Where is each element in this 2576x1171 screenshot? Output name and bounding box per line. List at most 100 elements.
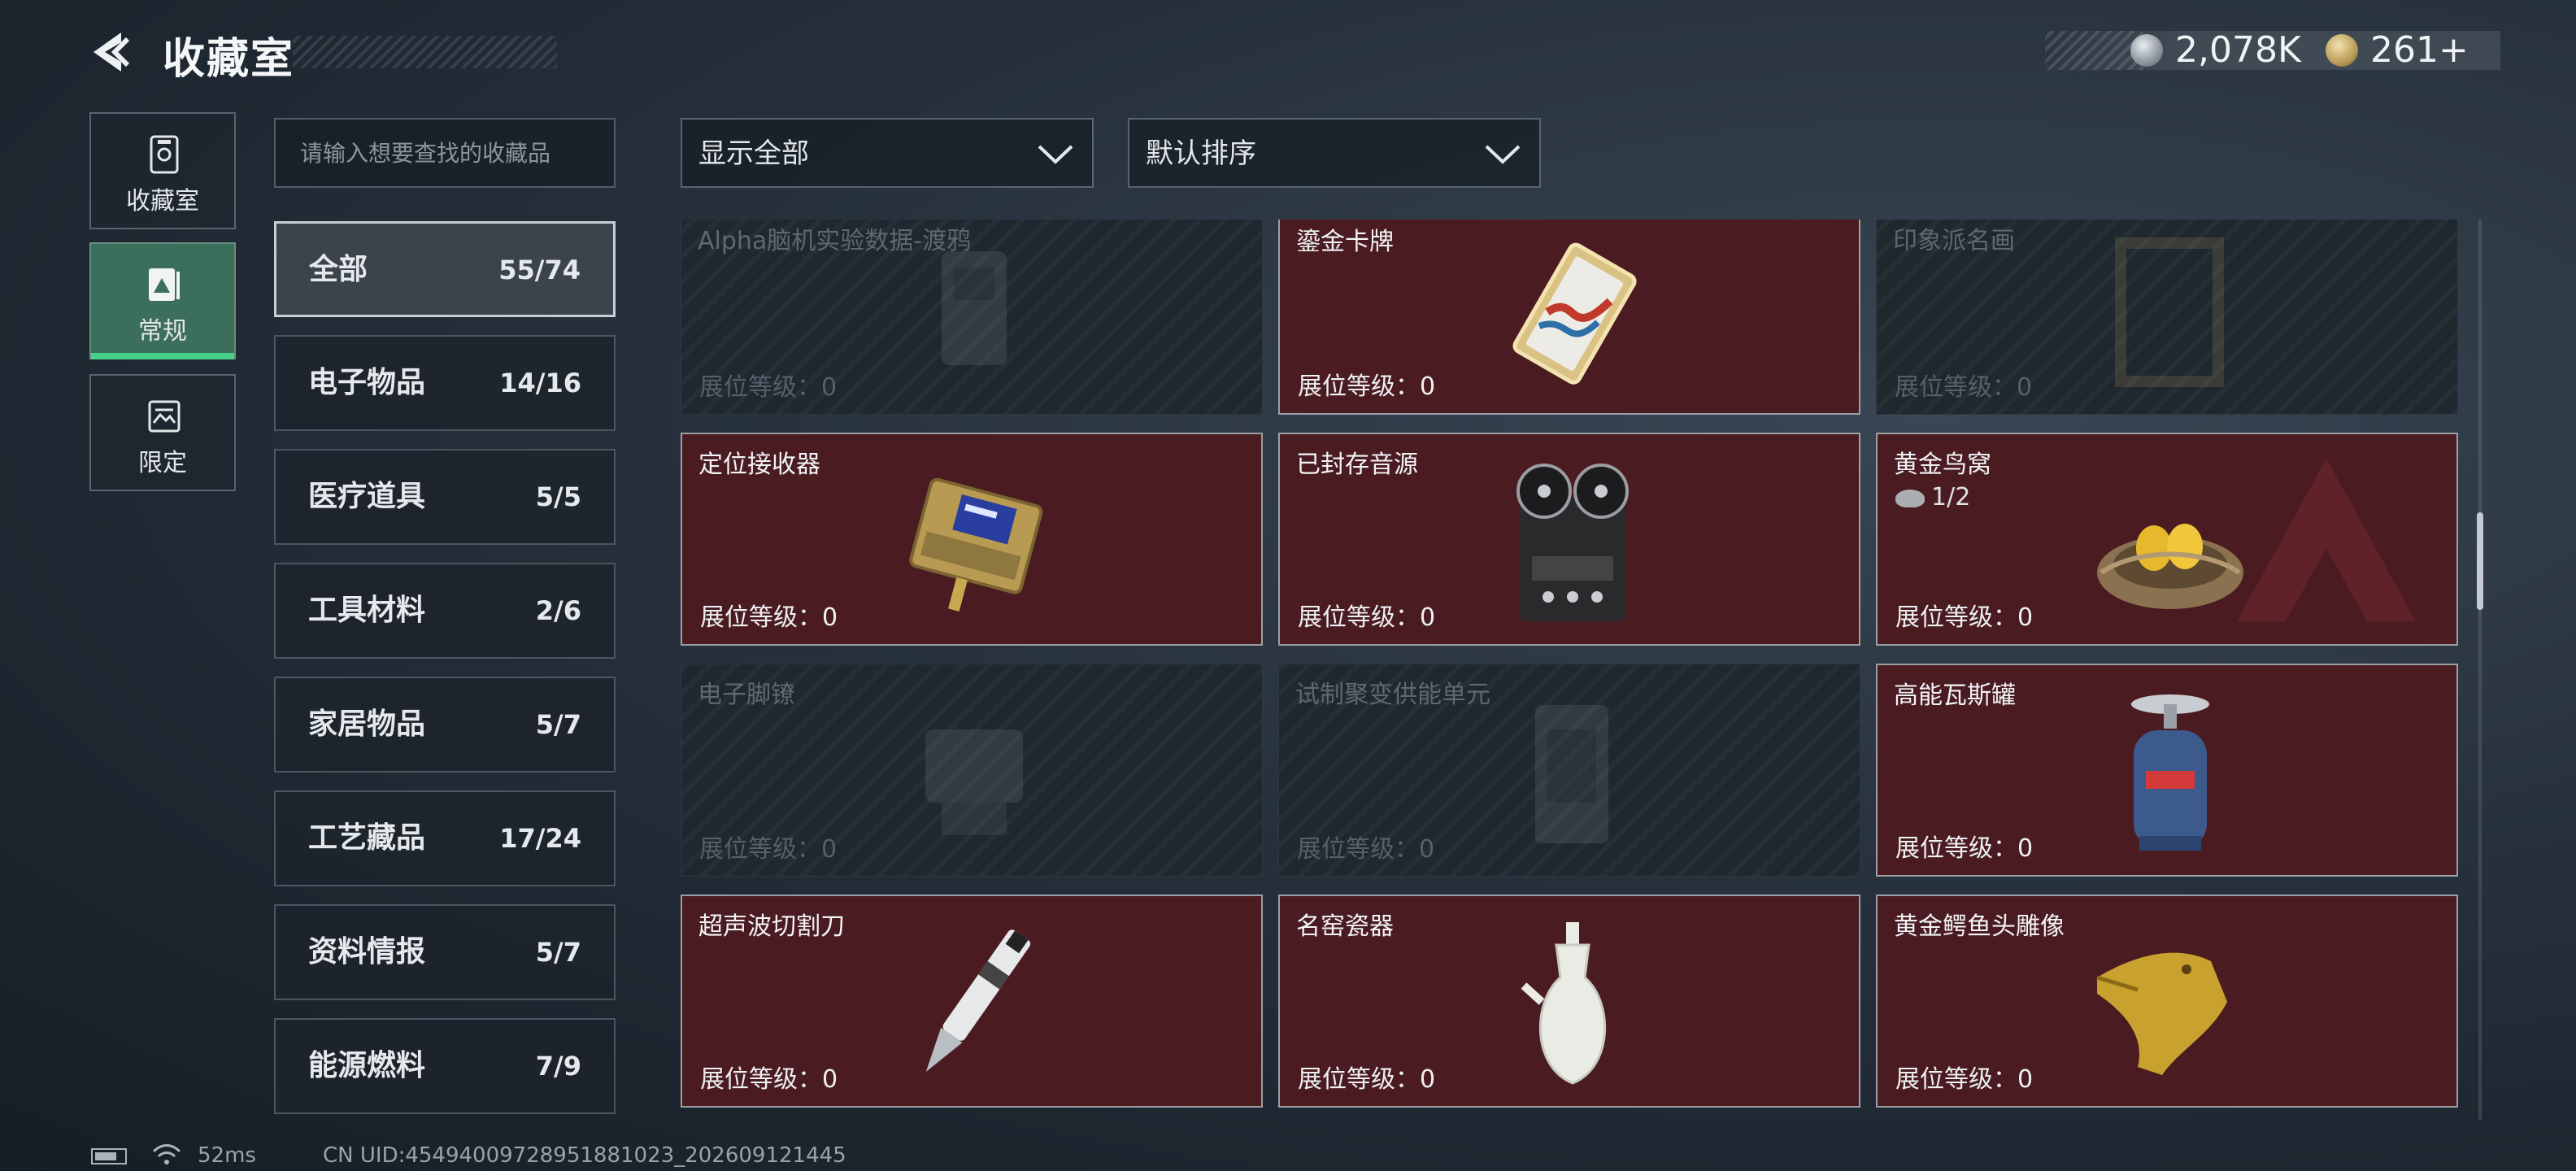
category-count: 5/7 bbox=[535, 937, 581, 968]
gold-coin-icon bbox=[2326, 34, 2358, 67]
item-level: 展位等级：0 bbox=[1297, 835, 1435, 864]
item-card[interactable]: 高能瓦斯罐 展位等级：0 bbox=[1876, 664, 2458, 877]
category-count: 55/74 bbox=[498, 255, 581, 285]
item-card[interactable]: Alpha脑机实验数据-渡鸦 展位等级：0 bbox=[681, 220, 1263, 415]
item-level: 展位等级：0 bbox=[1298, 603, 1436, 632]
gas-tank-icon bbox=[2131, 694, 2209, 851]
gold-currency-value: 261+ bbox=[2370, 29, 2469, 71]
item-name: 超声波切割刀 bbox=[698, 912, 845, 941]
scrollbar-track[interactable] bbox=[2478, 220, 2482, 1121]
item-card[interactable]: 黄金鸟窝 1/2 展位等级：0 bbox=[1876, 433, 2458, 646]
item-card[interactable]: 印象派名画 展位等级：0 bbox=[1876, 220, 2458, 415]
item-card[interactable]: 试制聚变供能单元 展位等级：0 bbox=[1278, 664, 1860, 877]
nav-tab-collection[interactable]: 收藏室 bbox=[89, 112, 236, 229]
item-card[interactable]: 电子脚镣 展位等级：0 bbox=[681, 664, 1263, 877]
item-card[interactable]: 超声波切割刀 展位等级：0 bbox=[681, 895, 1263, 1108]
category-all[interactable]: 全部 55/74 bbox=[274, 221, 616, 317]
silver-currency-value: 2,078K bbox=[2175, 29, 2301, 71]
item-card[interactable]: 鎏金卡牌 展位等级：0 bbox=[1278, 220, 1860, 415]
category-count: 5/7 bbox=[535, 709, 581, 740]
nest-small-icon bbox=[1895, 489, 1925, 507]
category-name: 医疗道具 bbox=[308, 480, 426, 513]
item-level: 展位等级：0 bbox=[1895, 1065, 2034, 1094]
receiver-icon bbox=[909, 477, 1043, 612]
category-count: 17/24 bbox=[499, 823, 581, 854]
currency-bar: 2,078K 261+ bbox=[2045, 31, 2500, 70]
gilded-card-icon bbox=[1512, 242, 1637, 385]
fusion-unit-icon bbox=[1535, 705, 1608, 843]
item-level: 展位等级：0 bbox=[700, 1065, 838, 1094]
ankle-monitor-icon bbox=[925, 729, 1023, 835]
nav-tab-label: 收藏室 bbox=[126, 187, 199, 215]
item-name: 黄金鳄鱼头雕像 bbox=[1894, 912, 2065, 941]
item-progress-value: 1/2 bbox=[1931, 483, 1971, 511]
item-name: 试制聚变供能单元 bbox=[1295, 681, 1490, 709]
category-household[interactable]: 家居物品 5/7 bbox=[274, 677, 616, 773]
croc-statue-icon bbox=[2096, 952, 2227, 1075]
category-crafts[interactable]: 工艺藏品 17/24 bbox=[274, 790, 616, 886]
item-name: 定位接收器 bbox=[698, 451, 820, 479]
item-name: 名窑瓷器 bbox=[1296, 912, 1394, 941]
wifi-icon bbox=[152, 1144, 181, 1164]
battery-icon bbox=[91, 1148, 127, 1164]
currency-decoration bbox=[2045, 31, 2143, 70]
sort-dropdown[interactable]: 默认排序 bbox=[1128, 118, 1541, 188]
category-name: 工具材料 bbox=[308, 594, 426, 627]
item-card[interactable]: 名窑瓷器 展位等级：0 bbox=[1278, 895, 1860, 1108]
cutter-icon bbox=[925, 929, 1031, 1073]
back-button[interactable] bbox=[85, 28, 134, 76]
category-name: 全部 bbox=[309, 253, 368, 286]
item-level: 展位等级：0 bbox=[1895, 603, 2034, 632]
filter-value: 显示全部 bbox=[698, 137, 809, 170]
category-count: 5/5 bbox=[535, 481, 581, 512]
title-decoration bbox=[293, 36, 557, 68]
category-count: 2/6 bbox=[535, 595, 581, 626]
item-level: 展位等级：0 bbox=[1298, 372, 1436, 401]
category-count: 7/9 bbox=[535, 1051, 581, 1082]
player-uid: CN UID:45494009728951881023_202609121445 bbox=[323, 1143, 846, 1168]
data-drive-icon bbox=[942, 251, 1007, 365]
nav-tab-limited[interactable]: 限定 bbox=[89, 374, 236, 491]
nav-tab-label: 常规 bbox=[138, 317, 187, 346]
category-name: 能源燃料 bbox=[308, 1049, 426, 1082]
golden-nest-icon bbox=[2097, 524, 2243, 609]
nav-tab-label: 限定 bbox=[138, 449, 187, 477]
item-progress: 1/2 bbox=[1895, 483, 1970, 511]
scrollbar-thumb[interactable] bbox=[2477, 512, 2483, 610]
nav-tab-regular[interactable]: 常规 bbox=[89, 242, 236, 359]
category-medical[interactable]: 医疗道具 5/5 bbox=[274, 449, 616, 545]
chevron-down-icon bbox=[1038, 145, 1073, 164]
category-name: 资料情报 bbox=[308, 935, 426, 969]
item-card[interactable]: 已封存音源 展位等级：0 bbox=[1278, 433, 1860, 646]
category-electronics[interactable]: 电子物品 14/16 bbox=[274, 335, 616, 431]
item-card[interactable]: 定位接收器 展位等级：0 bbox=[681, 433, 1263, 646]
item-level: 展位等级：0 bbox=[1895, 373, 2033, 402]
filter-dropdown[interactable]: 显示全部 bbox=[681, 118, 1094, 188]
active-tab-indicator bbox=[91, 353, 234, 359]
tape-recorder-icon bbox=[1516, 464, 1629, 621]
collection-grid: Alpha脑机实验数据-渡鸦 展位等级：0 鎏金卡牌 展位等级：0 印象派名画 … bbox=[679, 220, 2460, 1121]
back-arrow-icon bbox=[94, 33, 130, 72]
item-level: 展位等级：0 bbox=[699, 373, 838, 402]
item-name: 电子脚镣 bbox=[698, 681, 795, 709]
category-intel[interactable]: 资料情报 5/7 bbox=[274, 904, 616, 1000]
item-level: 展位等级：0 bbox=[1895, 834, 2034, 863]
category-name: 电子物品 bbox=[308, 366, 426, 399]
sort-value: 默认排序 bbox=[1146, 137, 1256, 170]
ping-value: 52ms bbox=[198, 1143, 256, 1168]
painting-icon bbox=[2115, 237, 2224, 387]
page-title: 收藏室 bbox=[163, 35, 295, 84]
item-name: 鎏金卡牌 bbox=[1296, 228, 1394, 256]
item-level: 展位等级：0 bbox=[700, 603, 838, 632]
item-name: 黄金鸟窝 bbox=[1894, 451, 1991, 479]
category-fuel[interactable]: 能源燃料 7/9 bbox=[274, 1018, 616, 1114]
item-card[interactable]: 黄金鳄鱼头雕像 展位等级：0 bbox=[1876, 895, 2458, 1108]
item-level: 展位等级：0 bbox=[1298, 1065, 1436, 1094]
regular-icon bbox=[149, 268, 180, 301]
category-tools[interactable]: 工具材料 2/6 bbox=[274, 563, 616, 659]
search-input[interactable] bbox=[274, 118, 616, 188]
silver-coin-icon bbox=[2130, 34, 2163, 67]
item-name: 高能瓦斯罐 bbox=[1894, 681, 2016, 710]
collection-icon bbox=[150, 135, 179, 174]
porcelain-icon bbox=[1521, 922, 1607, 1085]
